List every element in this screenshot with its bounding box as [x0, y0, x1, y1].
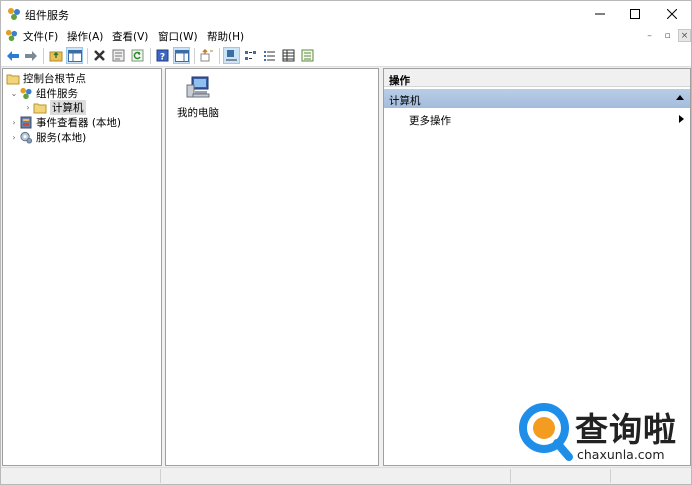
tree-item-label: 计算机 [50, 100, 86, 115]
watermark-brand-cn: 查询啦 [575, 410, 677, 449]
up-folder-icon [49, 51, 62, 62]
component-services-icon [8, 8, 20, 20]
tree-item-label: 事件查看器 (本地) [36, 117, 122, 129]
event-viewer-icon [20, 116, 32, 129]
watermark-logo-icon [519, 403, 573, 461]
expand-arrow-icon[interactable]: › [23, 103, 33, 112]
tree-item-services-local[interactable]: › 服务(本地) [9, 130, 86, 145]
close-icon [666, 9, 677, 19]
status-segment [161, 469, 511, 483]
watermark-brand-en: chaxunla.com [577, 447, 665, 462]
my-computer-icon [186, 76, 210, 98]
actions-section-computers[interactable]: 计算机 [384, 89, 690, 108]
mdi-restore-icon[interactable]: ▫ [661, 29, 674, 42]
tree-item-computers[interactable]: › 计算机 [23, 100, 86, 115]
small-icons-view-button[interactable] [242, 47, 259, 64]
large-icons-view-button[interactable] [223, 47, 240, 64]
up-folder-button[interactable] [47, 47, 64, 64]
show-action-pane-icon [174, 49, 189, 62]
menu-window[interactable]: 窗口(W) [158, 29, 198, 44]
menu-bar: 文件(F) 操作(A) 查看(V) 窗口(W) 帮助(H) – ▫ × [1, 27, 691, 45]
actions-header: 操作 [384, 69, 690, 87]
menu-action[interactable]: 操作(A) [67, 29, 103, 44]
help-icon: ? [156, 49, 169, 62]
status-segment [511, 469, 611, 483]
forward-icon [24, 50, 37, 61]
toolbar: ? [1, 45, 691, 67]
list-item-label: 我的电脑 [177, 107, 219, 119]
expand-arrow-icon[interactable]: › [9, 133, 19, 142]
minimize-icon [594, 13, 605, 15]
results-pane: 我的电脑 [165, 68, 379, 466]
small-icons-view-icon [245, 51, 256, 60]
tree-item-label: 服务(本地) [36, 132, 87, 144]
delete-button[interactable] [91, 47, 108, 64]
expand-arrow-icon[interactable]: › [9, 118, 19, 127]
refresh-button[interactable] [129, 47, 146, 64]
component-services-window: 组件服务 文件(F) 操作(A) 查看(V) 窗口(W) 帮助(H) – ▫ × [0, 0, 692, 485]
collapse-arrow-icon[interactable]: ⌄ [9, 89, 19, 98]
watermark: 查询啦 chaxunla.com [517, 401, 689, 465]
minimize-button[interactable] [581, 1, 618, 27]
console-tree-pane: 控制台根节点 ⌄ 组件服务 › 计算机 › 事件查看器 (本地) › 服务(本地… [2, 68, 162, 466]
folder-icon [6, 74, 20, 85]
list-item-my-computer[interactable]: 我的电脑 [174, 75, 222, 120]
refresh-icon [131, 49, 144, 62]
collapse-up-icon[interactable] [676, 95, 684, 100]
detail-view-button[interactable] [280, 47, 297, 64]
configure-button[interactable] [299, 47, 316, 64]
show-hide-tree-icon [67, 49, 82, 62]
menu-view[interactable]: 查看(V) [112, 29, 148, 44]
folder-icon [33, 103, 47, 114]
export-list-button[interactable] [198, 47, 215, 64]
properties-icon [112, 49, 125, 62]
svg-text:?: ? [160, 53, 165, 63]
submenu-arrow-icon [679, 115, 684, 123]
system-menu-icon[interactable] [5, 29, 18, 42]
menu-help[interactable]: 帮助(H) [207, 29, 244, 44]
help-button[interactable]: ? [154, 47, 171, 64]
forward-button[interactable] [22, 47, 39, 64]
large-icons-view-icon [226, 50, 237, 61]
actions-section-label: 计算机 [389, 95, 421, 107]
back-button[interactable] [4, 47, 21, 64]
configure-icon [301, 49, 314, 62]
title-bar: 组件服务 [1, 1, 691, 27]
menu-file[interactable]: 文件(F) [23, 29, 58, 44]
status-bar [1, 467, 691, 484]
tree-item-event-viewer[interactable]: › 事件查看器 (本地) [9, 115, 121, 130]
status-segment [1, 469, 161, 483]
back-icon [6, 50, 19, 61]
list-view-button[interactable] [261, 47, 278, 64]
show-action-pane-button[interactable] [173, 47, 190, 64]
properties-button[interactable] [110, 47, 127, 64]
more-actions-label: 更多操作 [409, 115, 451, 127]
maximize-icon [629, 9, 640, 19]
tree-item-label: 组件服务 [36, 88, 78, 100]
list-view-icon [264, 51, 275, 61]
window-title: 组件服务 [25, 9, 69, 22]
component-services-icon [20, 87, 32, 100]
delete-icon [94, 50, 105, 61]
more-actions-item[interactable]: 更多操作 [384, 111, 690, 128]
detail-view-icon [282, 49, 295, 62]
export-list-icon [200, 49, 213, 62]
maximize-button[interactable] [616, 1, 653, 27]
tree-item-label: 控制台根节点 [23, 73, 86, 85]
mdi-close-icon[interactable]: × [678, 29, 691, 42]
tree-item-console-root[interactable]: 控制台根节点 [6, 71, 86, 86]
tree-item-component-services[interactable]: ⌄ 组件服务 [9, 86, 78, 101]
mdi-minimize-icon[interactable]: – [643, 29, 656, 42]
show-hide-tree-button[interactable] [66, 47, 83, 64]
close-button[interactable] [653, 1, 690, 27]
services-icon [20, 131, 33, 144]
